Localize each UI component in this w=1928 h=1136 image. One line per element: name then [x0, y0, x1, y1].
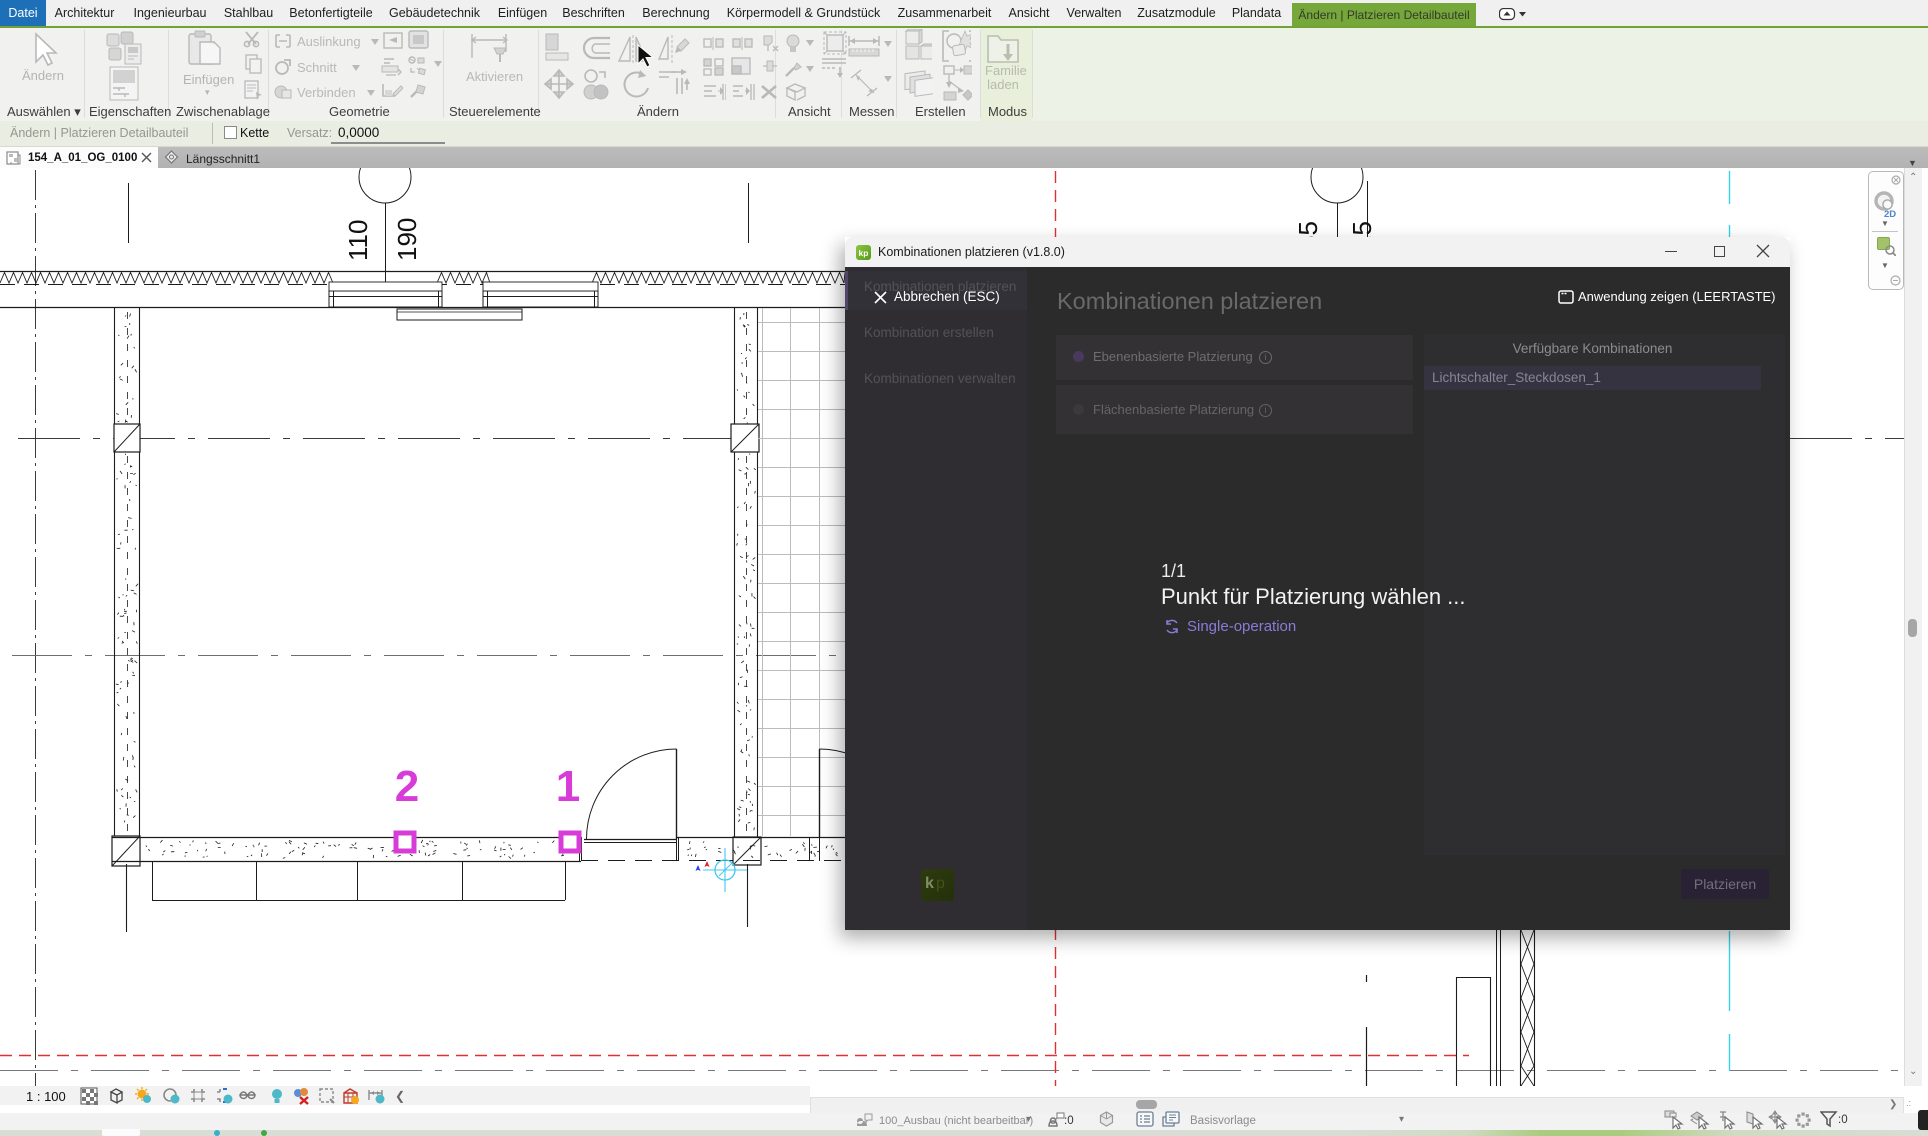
svg-text:190: 190 [392, 218, 422, 261]
svg-text:1: 1 [556, 762, 580, 811]
svg-text:110: 110 [343, 220, 373, 261]
svg-text:2: 2 [395, 762, 419, 811]
